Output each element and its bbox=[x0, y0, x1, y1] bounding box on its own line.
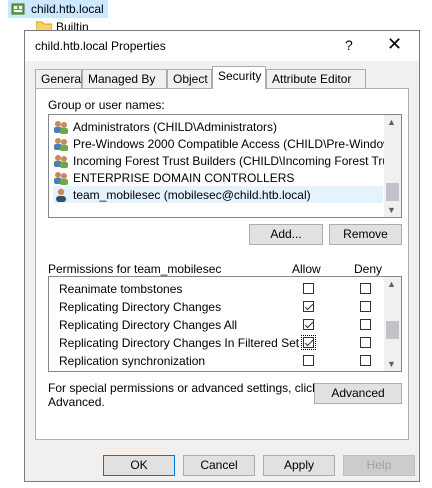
domain-icon bbox=[11, 2, 25, 16]
tree-item-root[interactable]: child.htb.local bbox=[8, 0, 108, 18]
permission-name: Replicating Directory Changes bbox=[59, 300, 222, 314]
tab-object[interactable]: Object bbox=[167, 69, 212, 88]
deny-checkbox[interactable] bbox=[360, 355, 371, 366]
scroll-down-icon[interactable]: ▼ bbox=[387, 205, 396, 215]
deny-checkbox[interactable] bbox=[360, 283, 371, 294]
allow-checkbox[interactable] bbox=[303, 301, 314, 312]
scroll-thumb[interactable] bbox=[386, 321, 399, 339]
tab-managed-by[interactable]: Managed By bbox=[82, 69, 167, 88]
list-item[interactable]: Administrators (CHILD\Administrators) bbox=[53, 118, 383, 135]
apply-button[interactable]: Apply bbox=[263, 455, 335, 476]
user-icon bbox=[53, 188, 69, 202]
list-item[interactable]: Incoming Forest Trust Builders (CHILD\In… bbox=[53, 152, 401, 169]
principals-scrollbar[interactable]: ▲ ▼ bbox=[384, 115, 401, 217]
allow-header: Allow bbox=[292, 262, 321, 276]
group-icon bbox=[53, 120, 69, 134]
special-permissions-text-2: Advanced. bbox=[48, 395, 105, 409]
scroll-down-icon[interactable]: ▼ bbox=[387, 359, 396, 369]
group-icon bbox=[53, 154, 69, 168]
permission-name: Replicating Directory Changes In Filtere… bbox=[59, 336, 300, 350]
permission-name: Replicating Directory Changes All bbox=[59, 318, 238, 332]
add-button[interactable]: Add... bbox=[249, 224, 323, 245]
tab-general[interactable]: General bbox=[35, 69, 84, 88]
permission-row: Replicating Directory Changes bbox=[53, 298, 371, 316]
permissions-list[interactable]: Reanimate tombstones Replicating Directo… bbox=[48, 276, 402, 372]
permissions-header: Permissions for team_mobilesec bbox=[48, 262, 222, 276]
scroll-up-icon[interactable]: ▲ bbox=[387, 117, 396, 127]
allow-checkbox[interactable] bbox=[303, 355, 314, 366]
dialog-title: child.htb.local Properties bbox=[35, 39, 166, 53]
allow-checkbox[interactable] bbox=[303, 319, 314, 330]
list-item[interactable]: ENTERPRISE DOMAIN CONTROLLERS bbox=[53, 169, 383, 186]
security-panel: Group or user names: Administrators (CHI… bbox=[35, 88, 409, 440]
list-item[interactable]: Pre-Windows 2000 Compatible Access (CHIL… bbox=[53, 135, 401, 152]
permission-row: Replication synchronization bbox=[53, 352, 371, 370]
permission-row: Replicating Directory Changes In Filtere… bbox=[53, 334, 371, 352]
close-icon[interactable]: ✕ bbox=[387, 34, 402, 55]
cancel-button[interactable]: Cancel bbox=[183, 455, 255, 476]
help-icon[interactable]: ? bbox=[345, 37, 353, 53]
permission-name: Reanimate tombstones bbox=[59, 282, 183, 296]
deny-header: Deny bbox=[354, 262, 383, 276]
deny-checkbox[interactable] bbox=[360, 337, 371, 348]
principal-name: Incoming Forest Trust Builders (CHILD\In… bbox=[73, 153, 402, 168]
special-permissions-text: For special permissions or advanced sett… bbox=[48, 381, 319, 395]
advanced-button[interactable]: Advanced bbox=[314, 383, 402, 404]
principals-list[interactable]: Administrators (CHILD\Administrators) Pr… bbox=[48, 114, 402, 218]
help-button[interactable]: Help bbox=[343, 455, 415, 476]
permission-name: Replication synchronization bbox=[59, 354, 206, 368]
scroll-thumb[interactable] bbox=[386, 183, 399, 201]
tree-root-label: child.htb.local bbox=[31, 2, 104, 16]
permission-row: Replicating Directory Changes All bbox=[53, 316, 371, 334]
principal-name: team_mobilesec (mobilesec@child.htb.loca… bbox=[73, 187, 311, 202]
remove-button[interactable]: Remove bbox=[329, 224, 402, 245]
permissions-scrollbar[interactable]: ▲ ▼ bbox=[384, 277, 401, 371]
deny-checkbox[interactable] bbox=[360, 301, 371, 312]
principal-name: Administrators (CHILD\Administrators) bbox=[73, 119, 278, 134]
tab-attribute-editor[interactable]: Attribute Editor bbox=[266, 69, 366, 88]
deny-checkbox[interactable] bbox=[360, 319, 371, 330]
list-item-selected[interactable]: team_mobilesec (mobilesec@child.htb.loca… bbox=[53, 186, 383, 203]
ok-button[interactable]: OK bbox=[103, 455, 175, 476]
permission-row: Reanimate tombstones bbox=[53, 280, 371, 298]
scroll-up-icon[interactable]: ▲ bbox=[387, 279, 396, 289]
allow-checkbox[interactable] bbox=[301, 335, 316, 350]
title-bar: child.htb.local Properties ? ✕ bbox=[25, 31, 419, 61]
group-icon bbox=[53, 137, 69, 151]
groups-label: Group or user names: bbox=[48, 98, 165, 112]
tab-security[interactable]: Security bbox=[212, 66, 266, 89]
principal-name: ENTERPRISE DOMAIN CONTROLLERS bbox=[73, 170, 295, 185]
principal-name: Pre-Windows 2000 Compatible Access (CHIL… bbox=[73, 136, 402, 151]
allow-checkbox[interactable] bbox=[303, 283, 314, 294]
group-icon bbox=[53, 171, 69, 185]
properties-dialog: child.htb.local Properties ? ✕ General M… bbox=[24, 30, 420, 482]
